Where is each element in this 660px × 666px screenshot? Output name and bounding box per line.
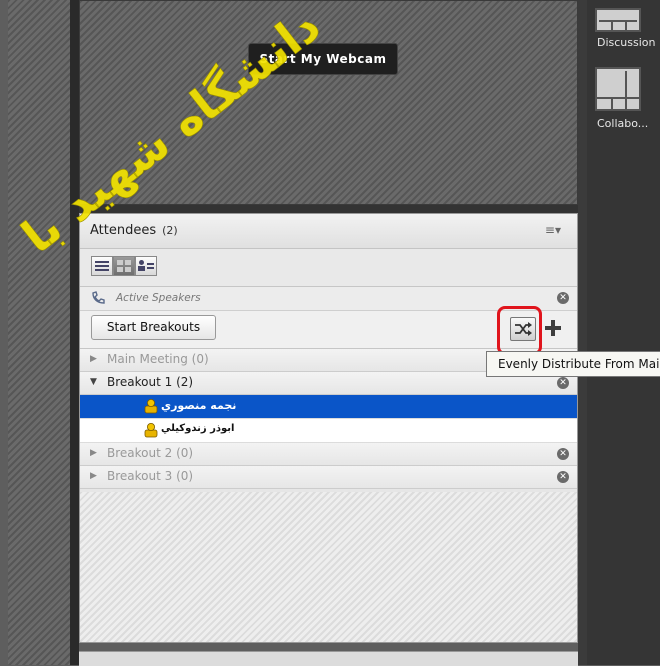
user-icon: [144, 423, 158, 438]
panel-divider: [70, 0, 79, 665]
attendee-row[interactable]: ابوذر زندوكيلي: [80, 419, 577, 443]
layout-label-discussion[interactable]: Discussion: [597, 36, 656, 49]
expand-arrow-icon[interactable]: ▶: [90, 354, 97, 364]
close-breakout-icon[interactable]: ✕: [557, 471, 569, 483]
active-speakers-label: Active Speakers: [116, 292, 201, 304]
attendees-pod-header: Attendees (2) ≡▾: [80, 214, 577, 249]
list-view-icon[interactable]: [91, 256, 113, 276]
distribute-tooltip: Evenly Distribute From Main: [486, 351, 660, 377]
group-label: Breakout 2 (0): [107, 446, 194, 460]
attendee-row[interactable]: نجمه منصوري: [80, 395, 577, 419]
user-icon: [144, 399, 158, 414]
start-breakouts-button[interactable]: Start Breakouts: [91, 315, 216, 340]
attendee-list-empty-area: [80, 492, 577, 642]
pod-options-menu-icon[interactable]: ≡▾: [545, 223, 561, 237]
attendee-name: ابوذر زندوكيلي: [161, 423, 235, 434]
attendee-count: (2): [162, 224, 178, 237]
layout-label-collaboration[interactable]: Collabo...: [597, 117, 648, 130]
close-breakout-icon[interactable]: ✕: [557, 448, 569, 460]
add-breakout-button[interactable]: [542, 315, 564, 341]
phone-icon: [92, 291, 105, 304]
group-label: Breakout 1 (2): [107, 375, 194, 389]
layout-thumbnail-collaboration[interactable]: [595, 67, 641, 111]
plus-icon: [545, 320, 561, 336]
breakout-group-breakout-2[interactable]: ▶ Breakout 2 (0) ✕: [80, 443, 577, 466]
breakout-group-breakout-3[interactable]: ▶ Breakout 3 (0) ✕: [80, 466, 577, 489]
pod-gap: [79, 205, 578, 213]
close-breakout-icon[interactable]: ✕: [557, 377, 569, 389]
expand-arrow-icon[interactable]: ▶: [90, 471, 97, 481]
start-webcam-button[interactable]: Start My Webcam: [248, 43, 398, 75]
bottom-pod-header: [79, 651, 578, 666]
group-label: Breakout 3 (0): [107, 469, 194, 483]
status-view-icon[interactable]: [135, 256, 157, 276]
pod-title-text: Attendees: [90, 223, 157, 238]
group-label: Main Meeting (0): [107, 352, 209, 366]
left-panel-background: [8, 0, 70, 665]
layout-bar-divider: [578, 0, 587, 665]
attendee-name: نجمه منصوري: [161, 399, 237, 412]
collapse-arrow-icon[interactable]: ▼: [90, 377, 97, 387]
layouts-bar: Discussion Collabo...: [587, 0, 660, 665]
video-pod: Start My Webcam: [79, 0, 578, 205]
expand-arrow-icon[interactable]: ▶: [90, 448, 97, 458]
close-speakers-icon[interactable]: ✕: [557, 292, 569, 304]
pod-title: Attendees (2): [90, 223, 178, 238]
view-mode-toolbar: [80, 249, 577, 287]
highlight-annotation: [497, 306, 542, 355]
layout-thumbnail-discussion[interactable]: [595, 8, 641, 32]
breakout-view-icon[interactable]: [113, 256, 135, 276]
attendees-pod: Attendees (2) ≡▾ Active Speakers ✕ Start…: [79, 213, 578, 643]
